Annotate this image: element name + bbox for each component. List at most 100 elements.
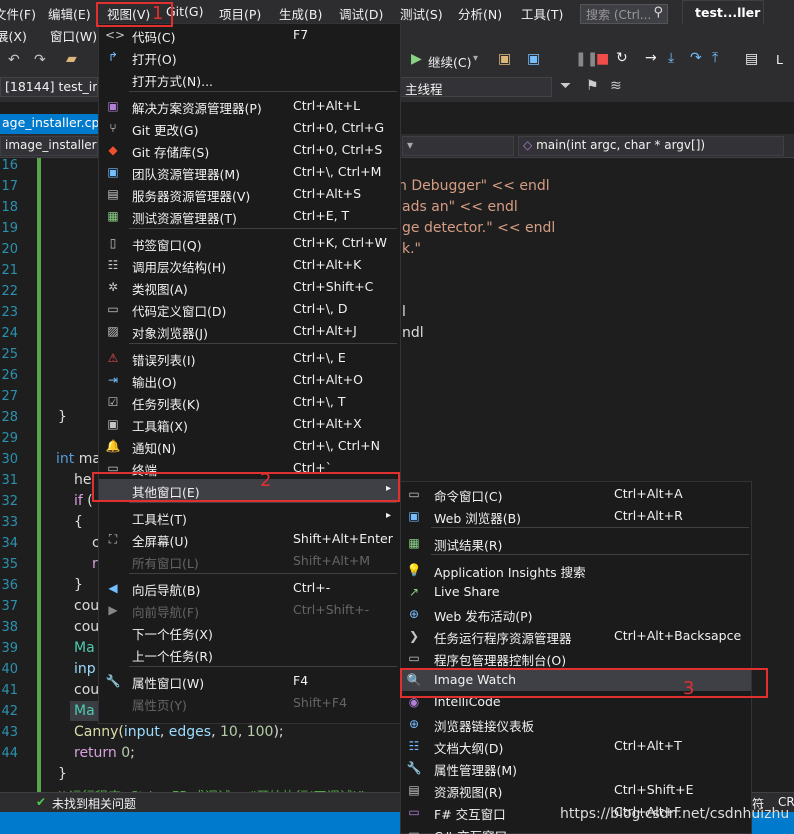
menu-separator bbox=[129, 502, 397, 503]
view-menu-item[interactable]: ▯ 书签窗口(Q) Ctrl+K, Ctrl+W bbox=[99, 232, 400, 254]
thread-dropdown[interactable]: 主线程 bbox=[400, 77, 552, 97]
code-line-44: return 0; bbox=[74, 745, 135, 761]
submenu-item[interactable]: ▦ 测试结果(R) bbox=[401, 532, 751, 554]
menu-edit[interactable]: 编辑(E) bbox=[48, 4, 91, 23]
menu-build[interactable]: 生成(B) bbox=[279, 4, 322, 23]
view-menu-item[interactable]: ⛶ 全屏幕(U) Shift+Alt+Enter bbox=[99, 528, 400, 550]
submenu-item[interactable]: ▭ 命令窗口(C) Ctrl+Alt+A bbox=[401, 483, 751, 505]
submenu-item[interactable]: ⊕ Web 发布活动(P) bbox=[401, 603, 751, 625]
redo-icon[interactable]: ↷ bbox=[34, 52, 46, 68]
menu-separator bbox=[431, 554, 749, 555]
view-menu-item[interactable]: ⇥ 输出(O) Ctrl+Alt+O bbox=[99, 369, 400, 391]
filter-icon[interactable]: ⏷ bbox=[560, 78, 571, 94]
function-dropdown[interactable]: ◇ main(int argc, char * argv[]) bbox=[518, 136, 784, 156]
undo-icon[interactable]: ↶ bbox=[8, 52, 20, 68]
view-menu-item[interactable]: 属性页(Y) Shift+F4 bbox=[99, 692, 400, 714]
view-menu-item[interactable]: 所有窗口(L) Shift+Alt+M bbox=[99, 550, 400, 572]
view-menu-item[interactable]: ▣ 团队资源管理器(M) Ctrl+\, Ctrl+M bbox=[99, 161, 400, 183]
menu-project[interactable]: 项目(P) bbox=[219, 4, 261, 23]
pause-icon[interactable]: ❚❚ bbox=[575, 51, 598, 67]
hot-reload-icon[interactable]: ▣ bbox=[498, 51, 511, 67]
submenu-item[interactable]: ▭ 程序包管理器控制台(O) bbox=[401, 647, 751, 669]
search-input[interactable]: 搜索 (Ctrl... ⚲ bbox=[580, 4, 668, 24]
menu-test[interactable]: 测试(S) bbox=[400, 4, 443, 23]
flag-icon[interactable]: ⚑ bbox=[586, 78, 599, 94]
folder-icon[interactable]: ▰ bbox=[66, 51, 77, 67]
class-view-icon: ✲ bbox=[107, 280, 119, 294]
view-menu-item[interactable]: ▣ 解决方案资源管理器(P) Ctrl+Alt+L bbox=[99, 95, 400, 117]
solution-explorer-icon: ▣ bbox=[107, 99, 119, 113]
view-menu-item-label: 工具栏(T) bbox=[132, 512, 187, 527]
menu-debug[interactable]: 调试(D) bbox=[339, 4, 383, 23]
view-menu-item[interactable]: 🔧 属性窗口(W) F4 bbox=[99, 670, 400, 692]
submenu-item[interactable]: 🔧 属性管理器(M) bbox=[401, 757, 751, 779]
restart-icon[interactable]: ↻ bbox=[616, 50, 628, 66]
submenu-item[interactable]: ⊕ 浏览器链接仪表板 bbox=[401, 713, 751, 735]
view-menu-item-label: Git 更改(G) bbox=[132, 123, 199, 138]
view-menu-item[interactable]: 工具栏(T) ▸ bbox=[99, 506, 400, 528]
issues-status[interactable]: 未找到相关问题 bbox=[52, 795, 136, 812]
step-into-icon[interactable]: ⤓ bbox=[668, 50, 674, 66]
file-tab[interactable]: age_installer.cpp bbox=[0, 114, 107, 134]
line-number: 18 bbox=[1, 200, 18, 215]
submenu-item[interactable]: ▤ 资源视图(R) Ctrl+Shift+E bbox=[401, 779, 751, 801]
code-line-39: Ma bbox=[74, 640, 95, 656]
view-menu-item[interactable]: ☑ 任务列表(K) Ctrl+\, T bbox=[99, 391, 400, 413]
show-next-statement-icon[interactable]: → bbox=[645, 50, 657, 66]
view-menu-item[interactable]: 下一个任务(X) bbox=[99, 621, 400, 643]
continue-button[interactable]: 继续(C) bbox=[428, 52, 471, 71]
menu-separator bbox=[129, 343, 397, 344]
toolbar-options-icon[interactable]: ▤ bbox=[745, 51, 758, 67]
submenu-item[interactable]: 💡 Application Insights 搜索 bbox=[401, 559, 751, 581]
line-number: 40 bbox=[1, 662, 18, 677]
view-menu-item[interactable]: ⑂ Git 更改(G) Ctrl+0, Ctrl+G bbox=[99, 117, 400, 139]
menu-extensions[interactable]: 展(X) bbox=[0, 26, 27, 45]
view-menu-item[interactable]: ▦ 测试资源管理器(T) Ctrl+E, T bbox=[99, 205, 400, 227]
line-number: 28 bbox=[1, 410, 18, 425]
task-list-icon: ☑ bbox=[107, 395, 119, 409]
view-menu-item[interactable]: ▭ 代码定义窗口(D) Ctrl+\, D bbox=[99, 298, 400, 320]
view-menu-item[interactable]: 打开方式(N)... bbox=[99, 68, 400, 90]
stop-icon[interactable]: ■ bbox=[596, 51, 609, 67]
view-menu-item[interactable]: ▨ 对象浏览器(J) Ctrl+Alt+J bbox=[99, 320, 400, 342]
code-line-43: Canny(input, edges, 10, 100); bbox=[74, 724, 284, 740]
view-menu-item[interactable]: ⚠ 错误列表(I) Ctrl+\, E bbox=[99, 347, 400, 369]
view-menu-item-label: Git 存储库(S) bbox=[132, 145, 210, 160]
project-dropdown[interactable]: image_installer bbox=[0, 136, 98, 156]
view-menu-item[interactable]: ◀ 向后导航(B) Ctrl+- bbox=[99, 577, 400, 599]
chevron-down-icon[interactable]: ▾ bbox=[473, 53, 478, 64]
submenu-item[interactable]: ❯ 任务运行程序资源管理器 Ctrl+Alt+Backsapce bbox=[401, 625, 751, 647]
view-menu-item[interactable]: <> 代码(C) F7 bbox=[99, 24, 400, 46]
scope-dropdown[interactable]: ▾ bbox=[402, 136, 514, 156]
submenu-item-shortcut: Ctrl+Alt+Backsapce bbox=[614, 628, 742, 643]
submenu-item[interactable]: ▭ C# 交互窗口 bbox=[401, 823, 751, 834]
view-menu-item[interactable]: ▣ 工具箱(X) Ctrl+Alt+X bbox=[99, 413, 400, 435]
screenshot-icon[interactable]: ▣ bbox=[527, 51, 540, 67]
line-number: 38 bbox=[1, 620, 18, 635]
view-menu-item[interactable]: ▶ 向前导航(F) Ctrl+Shift+- bbox=[99, 599, 400, 621]
menu-analyze[interactable]: 分析(N) bbox=[458, 4, 502, 23]
submenu-item[interactable]: ☷ 文档大纲(D) Ctrl+Alt+T bbox=[401, 735, 751, 757]
view-menu-item[interactable]: 上一个任务(R) bbox=[99, 643, 400, 665]
menu-window[interactable]: 窗口(W) bbox=[50, 26, 97, 45]
annotation-number-1: 1 bbox=[152, 3, 164, 24]
menu-tools[interactable]: 工具(T) bbox=[521, 4, 563, 23]
view-menu-item[interactable]: ☷ 调用层次结构(H) Ctrl+Alt+K bbox=[99, 254, 400, 276]
step-over-icon[interactable]: ↷ bbox=[690, 50, 702, 66]
submenu-item[interactable]: ▣ Web 浏览器(B) Ctrl+Alt+R bbox=[401, 505, 751, 527]
view-menu-item[interactable]: ✲ 类视图(A) Ctrl+Shift+C bbox=[99, 276, 400, 298]
view-menu-item-label: 错误列表(I) bbox=[132, 353, 196, 368]
view-menu-item[interactable]: ↱ 打开(O) bbox=[99, 46, 400, 68]
step-out-icon[interactable]: ⤒ bbox=[712, 50, 718, 66]
git-changes-icon: ⑂ bbox=[109, 121, 117, 135]
process-dropdown[interactable]: [18144] test_ima bbox=[0, 77, 98, 97]
submenu-item[interactable]: ↗ Live Share bbox=[401, 581, 751, 603]
resource-view-icon: ▤ bbox=[408, 783, 420, 797]
view-menu-item-label: 调用层次结构(H) bbox=[132, 260, 227, 275]
view-menu-item[interactable]: ▤ 服务器资源管理器(V) Ctrl+Alt+S bbox=[99, 183, 400, 205]
view-menu-item[interactable]: ◆ Git 存储库(S) Ctrl+0, Ctrl+S bbox=[99, 139, 400, 161]
view-menu-item[interactable]: 🔔 通知(N) Ctrl+\, Ctrl+N bbox=[99, 435, 400, 457]
stack-frame-icon[interactable]: ≋ bbox=[610, 78, 622, 94]
menu-file[interactable]: 文件(F) bbox=[0, 4, 36, 23]
continue-icon[interactable]: ▶ bbox=[411, 51, 422, 67]
